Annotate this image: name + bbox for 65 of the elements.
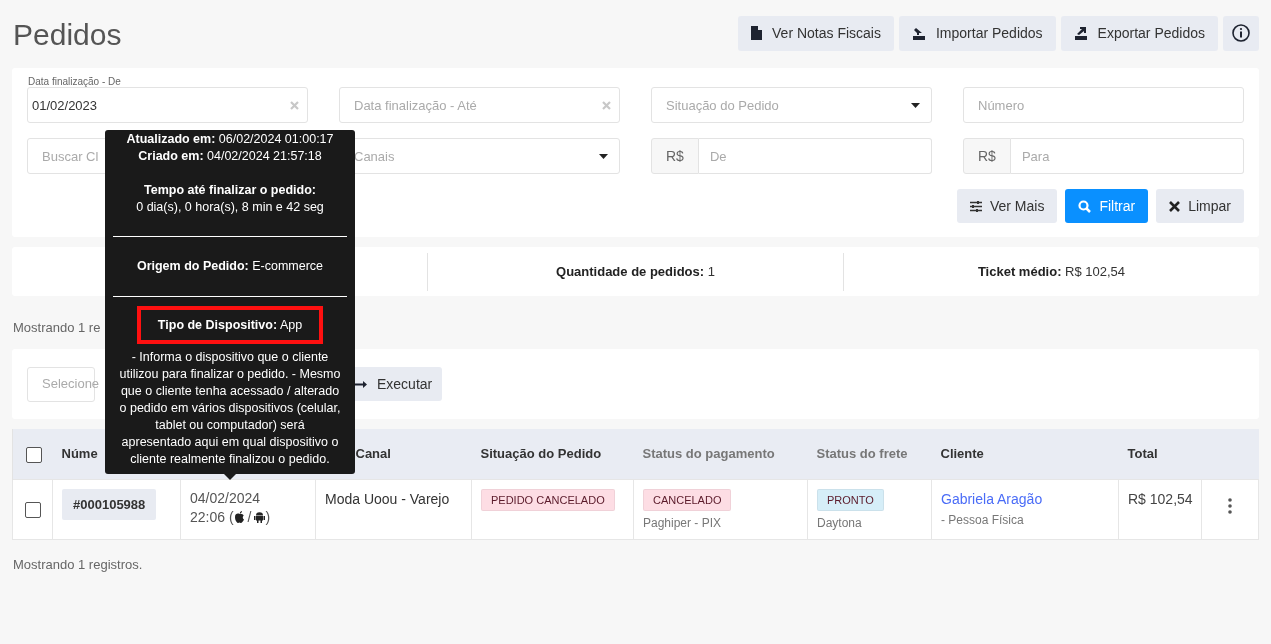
- stat-text: Ticket médio: R$ 102,54: [977, 262, 1126, 281]
- tooltip-text: Atualizado em: 06/02/2024 01:00:17: [125, 131, 335, 148]
- status-badge: PRONTO: [817, 488, 884, 511]
- clear-icon: [290, 101, 299, 110]
- min-value-field[interactable]: De: [698, 138, 932, 174]
- tooltip-text: - Informa o dispositivo que o cliente utilizou para finalizar o pedido. - Mesmo que o cliente tenha acessado / alterado o pedido em vários dispositivos (celular, tablet ou computador) será apresentado aqui em qual dispositivo o cliente realmente finalizou o pedido.: [118, 349, 342, 468]
- tooltip-text: Origem do Pedido: E-commerce: [135, 258, 325, 275]
- caret-icon: [599, 154, 608, 159]
- max-value-field[interactable]: Para: [1010, 138, 1244, 174]
- tooltip-text: Tempo até finalizar o pedido:: [143, 182, 317, 199]
- arrow-icon: [355, 378, 367, 390]
- column-header: Total: [1127, 446, 1158, 461]
- record-count: Mostrando 1 registros.: [13, 555, 144, 574]
- date-field[interactable]: Data finalização - Até: [339, 87, 620, 123]
- order-number-button[interactable]: #000105988: [62, 488, 157, 520]
- status-badge: PEDIDO CANCELADO: [481, 488, 615, 511]
- table-cell: Moda Uoou - Varejo: [325, 490, 450, 507]
- stat-text: Quantidade de pedidos: 1: [556, 262, 715, 281]
- toolbar-button[interactable]: Importar Pedidos: [899, 15, 1056, 51]
- table-cell: 22:06 (: [190, 507, 234, 527]
- toolbar-button[interactable]: Ver Notas Fiscais: [738, 15, 894, 51]
- column-header: Status do frete: [816, 446, 908, 461]
- tray-arrow-icon: [912, 26, 926, 40]
- tray-arrow-icon: [1073, 26, 1088, 40]
- field-label: Data finalização - De: [28, 75, 121, 89]
- date-field[interactable]: 01/02/2023: [27, 87, 308, 123]
- sliders-icon: [969, 200, 982, 212]
- tooltip-text: Tipo de Dispositivo: App: [157, 316, 303, 334]
- status-dropdown[interactable]: Situação do Pedido: [651, 87, 932, 123]
- document-icon: [751, 26, 763, 40]
- close-icon: [1169, 200, 1181, 212]
- toolbar-button[interactable]: Exportar Pedidos: [1060, 15, 1218, 51]
- column-header: Núme: [61, 446, 98, 461]
- table-cell-text: Paghiper - PIX: [643, 515, 723, 532]
- column-header: Cliente: [940, 446, 984, 461]
- currency-prefix: R$: [963, 138, 1011, 174]
- tooltip-text: 0 dia(s), 0 hora(s), 8 min e 42 seg: [135, 199, 325, 216]
- table-cell-text: Daytona: [817, 515, 863, 532]
- record-count: Mostrando 1 re: [13, 320, 101, 335]
- caret-icon: [911, 103, 920, 108]
- column-header: Status do pagamento: [642, 446, 775, 461]
- tooltip-text: Criado em: 04/02/2024 21:57:18: [137, 148, 323, 165]
- clear-button[interactable]: Limpar: [1156, 189, 1244, 223]
- more-filters-button[interactable]: Ver Mais: [956, 189, 1058, 223]
- table-cell: R$ 102,54: [1128, 490, 1193, 507]
- apple-icon: [233, 511, 245, 523]
- currency-prefix: R$: [651, 138, 699, 174]
- clear-icon: [602, 101, 611, 110]
- info-button[interactable]: [1223, 15, 1259, 51]
- kebab-menu-icon[interactable]: [1228, 498, 1232, 515]
- page-title: Pedidos: [13, 16, 122, 53]
- client-link[interactable]: Gabriela Aragão: [941, 488, 1109, 510]
- table-cell-text: - Pessoa Física: [941, 511, 1025, 529]
- checkbox[interactable]: [26, 446, 42, 463]
- search-icon: [1078, 199, 1092, 213]
- info-icon: [1232, 24, 1250, 42]
- android-icon: [254, 511, 266, 523]
- separator-text: /: [246, 507, 253, 527]
- column-header: Canal: [355, 446, 391, 461]
- status-badge: CANCELADO: [643, 488, 732, 511]
- checkbox[interactable]: [25, 501, 41, 518]
- column-header: Situação do Pedido: [480, 446, 602, 461]
- table-cell-text: 04/02/2024: [190, 488, 262, 508]
- paren-text: ): [265, 507, 271, 527]
- number-field[interactable]: Número: [963, 87, 1244, 123]
